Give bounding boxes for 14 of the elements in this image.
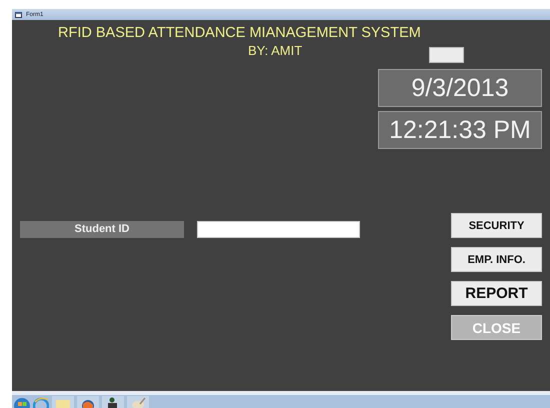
action-button[interactable]: SECURITY [451,213,542,238]
author-line: BY: AMIT [248,43,302,60]
action-button[interactable]: EMP. INFO. [451,247,542,272]
person-icon[interactable] [102,396,124,408]
date-display: 9/3/2013 [378,69,542,107]
start-orb-icon[interactable] [14,396,30,408]
student-id-field[interactable] [197,221,360,238]
blank-panel [429,47,464,63]
app-title: RFID BASED ATTENDANCE MIANAGEMENT SYSTEM [58,25,422,41]
action-button[interactable]: REPORT [451,281,542,306]
time-display: 12:21:33 PM [378,111,542,149]
window-icon [15,12,22,18]
field-label: Student ID [20,221,184,238]
browser-icon[interactable] [33,396,49,408]
